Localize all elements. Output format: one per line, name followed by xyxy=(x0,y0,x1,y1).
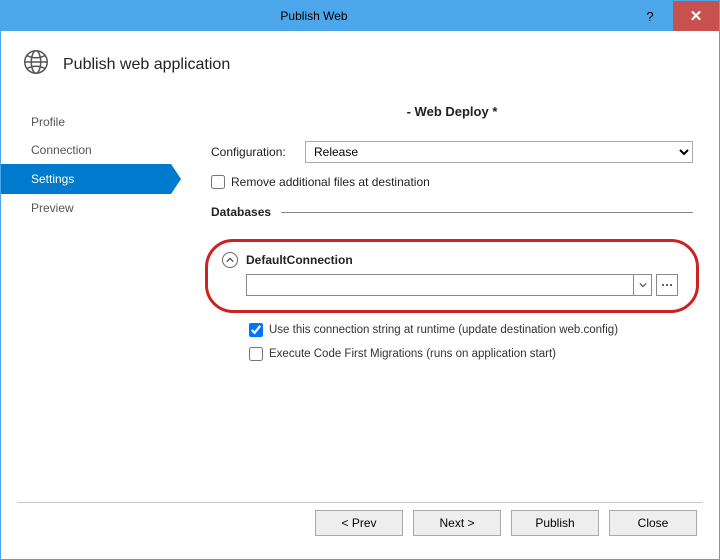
window-title: Publish Web xyxy=(1,9,627,23)
connection-callout: DefaultConnection xyxy=(205,239,699,313)
sidebar: Profile Connection Settings Preview xyxy=(1,92,171,499)
code-first-label: Execute Code First Migrations (runs on a… xyxy=(269,348,556,360)
dialog-header: Publish web application xyxy=(1,31,719,92)
window-close-button[interactable]: ✕ xyxy=(673,1,719,31)
sidebar-item-connection[interactable]: Connection xyxy=(1,136,171,164)
close-button[interactable]: Close xyxy=(609,510,697,536)
footer: < Prev Next > Publish Close xyxy=(1,499,719,559)
connection-string-combo[interactable] xyxy=(246,274,652,296)
connection-input-row xyxy=(220,274,678,296)
databases-heading: Databases xyxy=(211,205,693,219)
sidebar-item-profile[interactable]: Profile xyxy=(1,108,171,136)
databases-label: Databases xyxy=(211,205,271,219)
chevron-down-icon[interactable] xyxy=(633,275,651,295)
help-button[interactable]: ? xyxy=(627,1,673,31)
prev-button[interactable]: < Prev xyxy=(315,510,403,536)
deploy-method-title: - Web Deploy * xyxy=(211,104,693,119)
connection-name: DefaultConnection xyxy=(246,253,353,267)
main-panel: - Web Deploy * Configuration: Release Re… xyxy=(171,92,719,499)
titlebar-buttons: ? ✕ xyxy=(627,1,719,31)
divider xyxy=(281,212,693,213)
titlebar: Publish Web ? ✕ xyxy=(1,1,719,31)
use-runtime-label: Use this connection string at runtime (u… xyxy=(269,324,618,336)
sidebar-item-preview[interactable]: Preview xyxy=(1,194,171,222)
remove-files-row: Remove additional files at destination xyxy=(211,175,693,189)
configuration-label: Configuration: xyxy=(211,145,297,159)
dialog-title: Publish web application xyxy=(63,56,230,74)
use-runtime-checkbox[interactable] xyxy=(249,323,263,337)
chevron-up-icon[interactable] xyxy=(222,252,238,268)
remove-files-checkbox[interactable] xyxy=(211,175,225,189)
code-first-row: Execute Code First Migrations (runs on a… xyxy=(211,347,693,361)
publish-web-dialog: Publish Web ? ✕ Publish web application … xyxy=(0,0,720,560)
use-runtime-row: Use this connection string at runtime (u… xyxy=(211,323,693,337)
code-first-checkbox[interactable] xyxy=(249,347,263,361)
next-button[interactable]: Next > xyxy=(413,510,501,536)
connection-header: DefaultConnection xyxy=(220,252,678,268)
dialog-body: Profile Connection Settings Preview - We… xyxy=(1,92,719,499)
footer-separator xyxy=(17,502,703,503)
sidebar-item-settings[interactable]: Settings xyxy=(1,164,171,194)
connection-browse-button[interactable] xyxy=(656,274,678,296)
globe-icon xyxy=(21,47,51,82)
configuration-row: Configuration: Release xyxy=(211,141,693,163)
configuration-select[interactable]: Release xyxy=(305,141,693,163)
remove-files-label: Remove additional files at destination xyxy=(231,175,430,189)
publish-button[interactable]: Publish xyxy=(511,510,599,536)
